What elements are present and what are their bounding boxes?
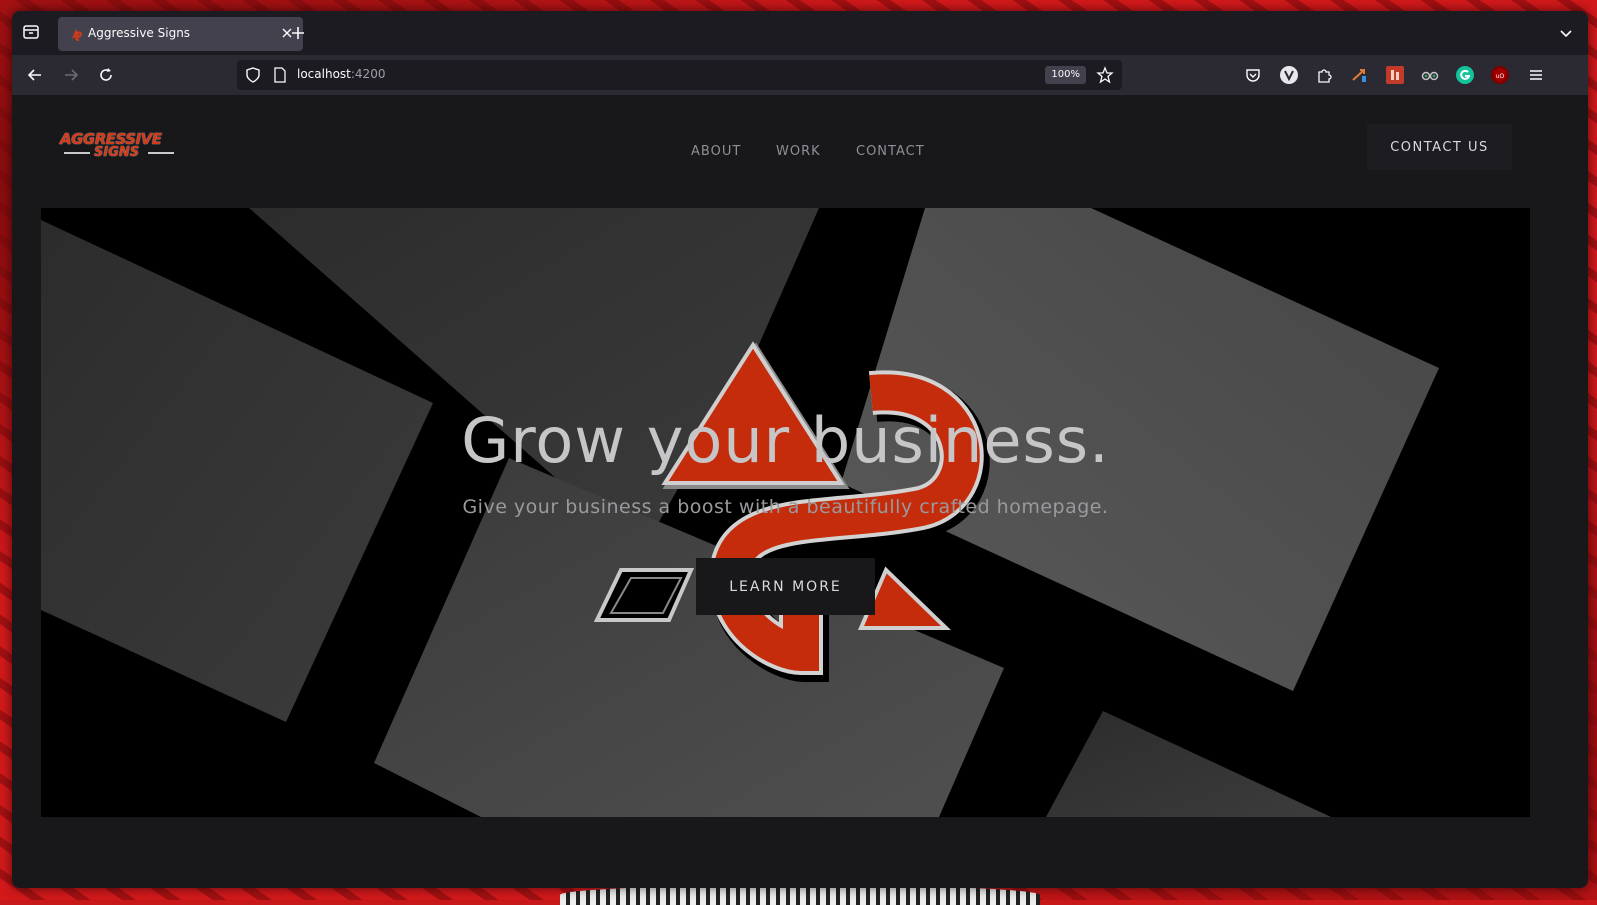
firefox-view-icon[interactable] [22,23,40,41]
nav-link-work[interactable]: WORK [776,144,821,159]
navigation-toolbar: localhost:4200 100% uO [12,55,1588,95]
nav-link-contact[interactable]: CONTACT [856,144,925,159]
wallpaper-artwork [560,885,1040,905]
url-bar[interactable]: localhost:4200 100% [237,60,1122,90]
tab-active[interactable]: Aggressive Signs [58,17,303,51]
hero-subtitle: Give your business a boost with a beauti… [462,496,1109,518]
aggressive-signs-logo[interactable]: AGGRESSIVE SIGNS [60,130,178,162]
extensions-icon[interactable] [1315,66,1333,84]
hero-section: Grow your business. Give your business a… [41,208,1530,817]
pocket-icon[interactable] [1244,66,1262,84]
logo-dash-left [64,152,90,154]
new-tab-button[interactable] [288,23,308,43]
svg-text:uO: uO [1496,73,1505,80]
hero-title: Grow your business. [461,404,1110,477]
bg-panel-bottom-right [1046,711,1331,817]
url-text[interactable]: localhost:4200 [297,67,385,81]
browser-window: Aggressive Signs localhost:4200 100% uO … [12,11,1588,888]
extension-arrow-icon[interactable] [1350,66,1368,84]
site-favicon-icon [70,27,84,41]
logo-dash-right [148,152,174,154]
extension-glasses-icon[interactable] [1421,66,1439,84]
web-page: AGGRESSIVE SIGNS ABOUT WORK CONTACT CONT… [12,95,1588,888]
url-port: :4200 [350,67,386,81]
url-host: localhost [297,67,351,81]
page-icon[interactable] [273,67,287,83]
forward-icon[interactable] [62,66,80,84]
star-icon[interactable] [1096,66,1114,84]
vimium-extension-icon[interactable] [1280,66,1298,84]
tab-strip: Aggressive Signs [12,11,1588,55]
ublock-origin-icon[interactable]: uO [1491,66,1509,84]
tab-title: Aggressive Signs [88,26,191,40]
list-all-tabs-icon[interactable] [1558,25,1574,41]
nav-link-about[interactable]: ABOUT [691,144,741,159]
learn-more-button[interactable]: LEARN MORE [696,558,875,615]
reload-icon[interactable] [97,66,115,84]
zoom-level-badge[interactable]: 100% [1045,66,1086,84]
menu-icon[interactable] [1527,66,1545,84]
extension-red-icon[interactable] [1386,66,1404,84]
logo-text-line2: SIGNS [94,145,140,160]
shield-icon[interactable] [245,67,261,83]
grammarly-icon[interactable] [1456,66,1474,84]
contact-us-button[interactable]: CONTACT US [1367,124,1512,170]
back-icon[interactable] [26,66,44,84]
